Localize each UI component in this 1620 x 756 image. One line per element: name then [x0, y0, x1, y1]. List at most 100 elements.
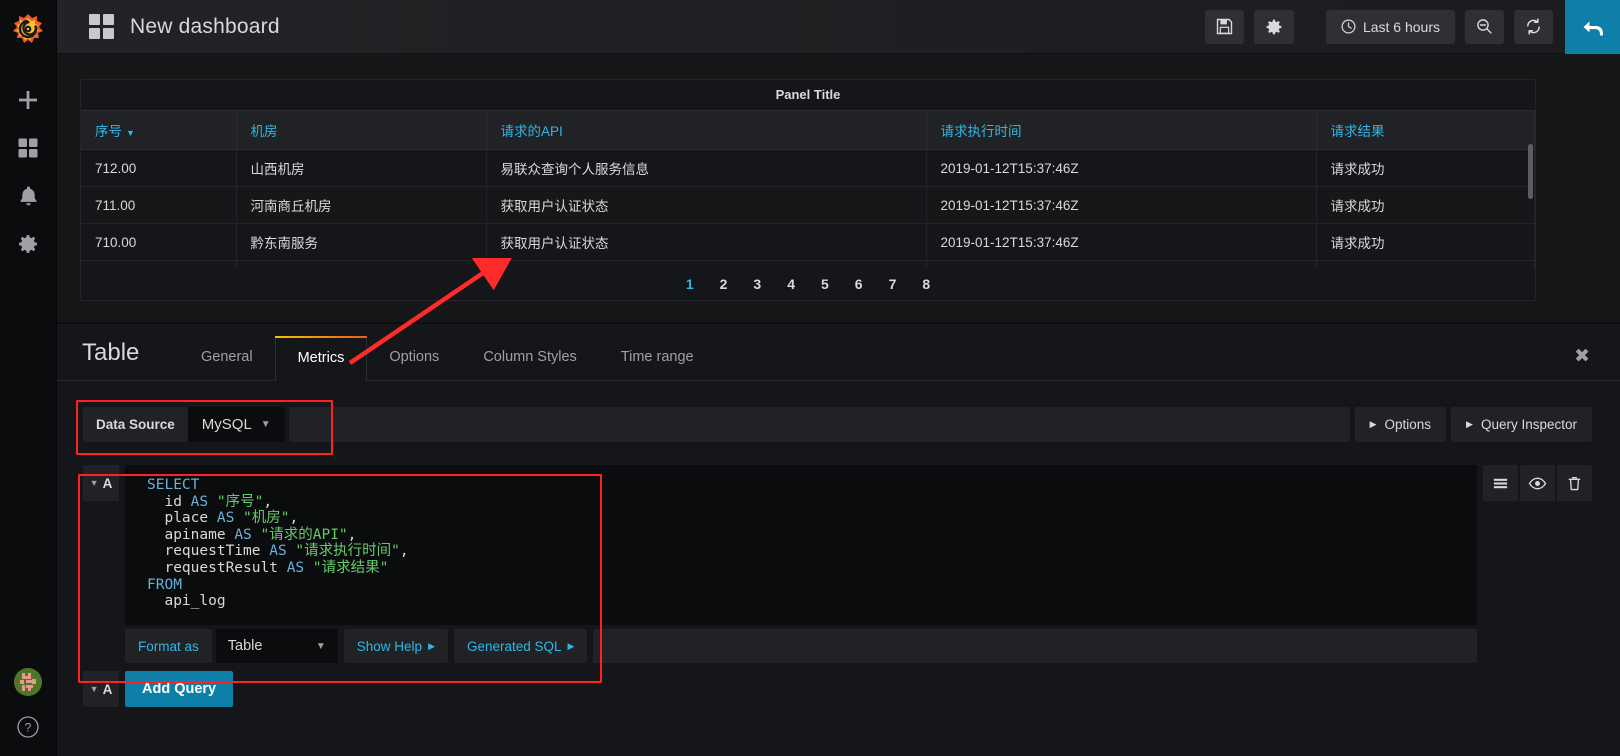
datasource-row: Data Source MySQL ▼ ▶ Options ▶ Query In… — [57, 403, 1620, 445]
eye-icon — [1528, 477, 1547, 489]
svg-text:?: ? — [25, 721, 32, 735]
table-column-header[interactable]: 机房 — [236, 110, 487, 150]
table-scrollbar[interactable] — [1528, 144, 1533, 199]
clock-icon — [1341, 19, 1356, 34]
dashboard-settings-button[interactable] — [1253, 9, 1294, 44]
query-toggle-visibility-button[interactable] — [1520, 465, 1555, 501]
add-query-row: ▼ A Add Query — [57, 671, 1620, 707]
topnav-actions: Last 6 hours — [1195, 0, 1620, 54]
table-column-header[interactable]: 序号 ▼ — [81, 110, 237, 150]
datasource-select[interactable]: MySQL ▼ — [187, 406, 285, 442]
chevron-right-icon: ▶ — [1466, 418, 1473, 429]
pagination-page[interactable]: 7 — [876, 274, 910, 294]
pagination-page[interactable]: 5 — [808, 274, 842, 294]
pagination: 12345678 — [81, 274, 1535, 294]
top-navigation-bar: New dashboard Last 6 hours — [57, 0, 1620, 54]
options-label: Options — [1384, 416, 1432, 432]
chevron-right-icon: ▶ — [567, 640, 575, 651]
back-to-dashboard-button[interactable] — [1565, 0, 1620, 54]
left-sidebar: ? — [0, 0, 57, 756]
table-cell: 易联众查询个人服务信息 — [486, 149, 927, 187]
add-query-button[interactable]: Add Query — [125, 671, 234, 707]
chevron-down-icon: ▼ — [315, 640, 326, 652]
table-cell: 请求成功 — [1316, 260, 1535, 268]
query-ref-toggle[interactable]: ▼ A — [83, 465, 119, 501]
table-row: 712.00 山西机房 易联众查询个人服务信息 2019-01-12T15:37:46… — [81, 149, 1535, 187]
add-query-ref-label: A — [102, 681, 113, 697]
show-help-label: Show Help — [356, 638, 423, 654]
sql-editor[interactable]: SELECT id AS "序号", place AS "机房", apinam… — [125, 465, 1477, 625]
table-cell: 2019-01-12T15:37:46Z — [926, 186, 1317, 224]
pagination-page[interactable]: 4 — [774, 274, 808, 294]
generated-sql-label: Generated SQL — [466, 638, 562, 654]
pagination-page[interactable]: 1 — [673, 274, 707, 294]
time-range-label: Last 6 hours — [1362, 18, 1440, 35]
sidebar-item-alerting[interactable] — [0, 172, 57, 220]
query-footer-filler — [593, 629, 1477, 663]
time-range-picker[interactable]: Last 6 hours — [1325, 9, 1455, 44]
table-cell: 2019-01-12T15:37:46Z — [926, 223, 1317, 261]
table-column-header[interactable]: 请求结果 — [1316, 110, 1535, 150]
pagination-page[interactable]: 3 — [740, 274, 774, 294]
pagination-page[interactable]: 2 — [707, 274, 741, 294]
chevron-right-icon: ▶ — [428, 640, 435, 651]
gear-icon — [1266, 19, 1282, 34]
table-column-header[interactable]: 请求的API — [486, 110, 927, 150]
sidebar-item-configuration[interactable] — [0, 220, 57, 268]
show-help-button[interactable]: Show Help ▶ — [343, 629, 448, 663]
datasource-label: Data Source — [83, 406, 188, 442]
tab-options[interactable]: Options — [367, 349, 461, 380]
tab-time-range[interactable]: Time range — [599, 349, 716, 380]
tab-metrics[interactable]: Metrics — [274, 336, 368, 381]
editor-heading: Table — [82, 339, 140, 366]
table-column-header[interactable]: 请求执行时间 — [926, 110, 1317, 150]
query-list-button[interactable] — [1483, 465, 1518, 501]
sidebar-bottom-group: ? — [0, 668, 57, 742]
dashboard-grid-icon — [89, 14, 114, 39]
avatar[interactable] — [14, 668, 42, 696]
table-cell: 712.00 — [81, 149, 237, 187]
query-ref-label: A — [102, 475, 113, 491]
format-as-label[interactable]: Format as — [125, 629, 212, 663]
tab-general[interactable]: General — [179, 349, 275, 380]
refresh-button[interactable] — [1514, 9, 1553, 44]
table-body: 712.00 山西机房 易联众查询个人服务信息 2019-01-12T15:37:46… — [81, 149, 1535, 268]
table-cell: 河南商丘机房 — [236, 186, 487, 224]
table-cell: 709.00 — [81, 260, 237, 268]
table-cell: 710.00 — [81, 223, 237, 261]
pagination-page[interactable]: 8 — [909, 274, 943, 294]
query-inspector-label: Query Inspector — [1480, 416, 1577, 432]
zoom-out-icon — [1477, 19, 1492, 34]
format-as-value: Table — [227, 638, 263, 654]
chevron-right-icon: ▶ — [1369, 418, 1377, 429]
query-inspector-button[interactable]: ▶ Query Inspector — [1451, 406, 1592, 442]
tab-column-styles[interactable]: Column Styles — [461, 349, 598, 380]
datasource-filler — [288, 406, 1350, 442]
save-dashboard-button[interactable] — [1204, 9, 1244, 44]
grafana-logo[interactable] — [9, 10, 47, 48]
options-toggle-button[interactable]: ▶ Options — [1354, 406, 1447, 442]
editor-tab-row: Table General Metrics Options Column Styles… — [57, 324, 1620, 381]
pagination-page[interactable]: 6 — [842, 274, 876, 294]
format-as-select[interactable]: Table ▼ — [215, 629, 338, 663]
sort-desc-icon: ▼ — [126, 128, 135, 138]
query-editor-row: ▼ A SELECT id AS "序号", place AS "机房", ap… — [57, 465, 1620, 663]
query-delete-button[interactable] — [1557, 465, 1592, 501]
zoom-out-button[interactable] — [1465, 9, 1504, 44]
add-query-ref-toggle[interactable]: ▼ A — [83, 671, 119, 707]
table-header-row: 序号 ▼ 机房 请求的API 请求执行时间 请求结果 — [81, 110, 1535, 150]
sidebar-item-dashboards[interactable] — [0, 124, 57, 172]
dashboard-title-group[interactable]: New dashboard — [89, 14, 280, 39]
table-cell: 2019-01-12T15:37:46Z — [926, 260, 1317, 268]
trash-icon — [1568, 476, 1581, 490]
list-icon — [1493, 478, 1508, 488]
close-editor-button[interactable]: ✖ — [1574, 347, 1590, 366]
datasource-value: MySQL — [201, 415, 252, 433]
generated-sql-button[interactable]: Generated SQL ▶ — [453, 629, 588, 663]
refresh-icon — [1527, 18, 1540, 35]
sidebar-item-help[interactable]: ? — [0, 712, 57, 742]
table-scroll-area: 序号 ▼ 机房 请求的API 请求执行时间 请求结果 712.00 山西机房 易联众查询个人服… — [81, 110, 1535, 268]
table-panel: Panel Title 序号 ▼ 机房 请求的API 请求执行时间 请求结果 712.00… — [80, 79, 1536, 301]
table-cell: 黔东南服务 — [236, 223, 487, 261]
sidebar-item-create[interactable] — [0, 76, 57, 124]
